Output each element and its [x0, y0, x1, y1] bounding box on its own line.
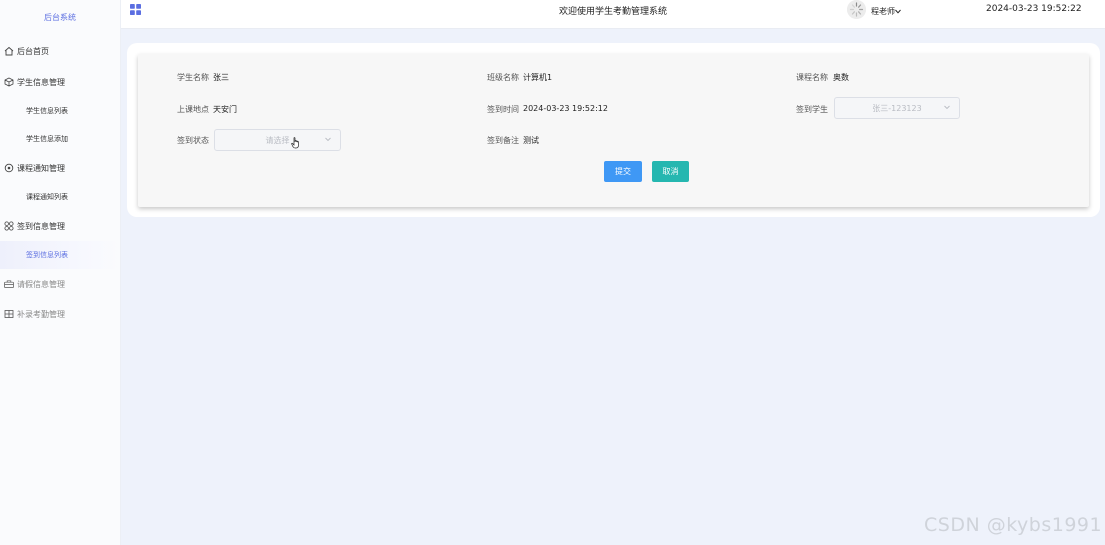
sidebar-item-signin-management[interactable]: 签到信息管理: [0, 211, 120, 241]
chevron-down-icon: [324, 135, 332, 143]
signin-student-select: 张三-123123: [834, 97, 960, 119]
sidebar-subitem-student-list[interactable]: 学生信息列表: [0, 97, 120, 125]
apps-icon: [4, 221, 14, 231]
remark-value: 测试: [523, 136, 539, 145]
chevron-down-icon: [943, 103, 951, 111]
location-value: 天安门: [213, 105, 237, 114]
user-name: 程老师: [871, 7, 895, 16]
class-name-value: 计算机1: [523, 73, 553, 82]
signin-status-placeholder: 请选择: [265, 135, 290, 145]
sidebar-subitem-signin-list[interactable]: 签到信息列表: [0, 241, 120, 269]
signin-student-value: 张三-123123: [872, 103, 922, 113]
avatar[interactable]: [847, 0, 866, 19]
watermark: CSDN @kybs1991: [924, 514, 1103, 536]
submit-button[interactable]: 提交: [604, 161, 642, 182]
sidebar-item-label: 请假信息管理: [17, 279, 65, 289]
sidebar-subitem-course-notice-list[interactable]: 课程通知列表: [0, 183, 120, 211]
chevron-down-icon: [895, 7, 901, 16]
user-menu[interactable]: 程老师: [871, 6, 901, 17]
top-header: 欢迎使用学生考勤管理系统 程老师 2024-03-23 19:52:22: [121, 0, 1105, 29]
sidebar-item-home[interactable]: 后台首页: [0, 35, 120, 67]
signin-time-value: 2024-03-23 19:52:12: [523, 104, 608, 113]
sidebar-item-course-notice-management[interactable]: 课程通知管理: [0, 153, 120, 183]
sidebar-item-label: 课程通知管理: [17, 163, 65, 173]
student-name-value: 张三: [213, 73, 229, 82]
signin-time-label: 签到时间: [487, 105, 519, 114]
signin-status-select[interactable]: 请选择: [214, 129, 341, 151]
page-title: 欢迎使用学生考勤管理系统: [558, 7, 667, 17]
sidebar-item-label: 补录考勤管理: [17, 309, 65, 319]
sidebar-subitem-student-add[interactable]: 学生信息添加: [0, 125, 120, 153]
sidebar-item-leave-management[interactable]: 请假信息管理: [0, 269, 120, 299]
sidebar-item-label: 学生信息管理: [17, 77, 65, 87]
course-name-value: 奥数: [833, 73, 849, 82]
sidebar: 后台系统 后台首页 学生信息管理 学生信息列表 学生信息添加 课程通知管理 课程…: [0, 0, 121, 545]
sidebar-menu: 后台首页 学生信息管理 学生信息列表 学生信息添加 课程通知管理 课程通知列表 …: [0, 35, 120, 329]
sidebar-item-attendance-supplement[interactable]: 补录考勤管理: [0, 299, 120, 329]
home-icon: [4, 46, 14, 56]
sidebar-item-label: 后台首页: [17, 46, 49, 56]
signin-form-card: 学生名称 张三 班级名称 计算机1 课程名称 奥数 上课地点 天安门 签到时间 …: [138, 54, 1089, 207]
brand-title: 后台系统: [44, 13, 76, 22]
sidebar-item-student-management[interactable]: 学生信息管理: [0, 67, 120, 97]
class-name-label: 班级名称: [487, 73, 519, 82]
bag-icon: [4, 279, 14, 289]
signin-student-label: 签到学生: [796, 105, 828, 114]
target-icon: [4, 163, 14, 173]
student-name-label: 学生名称: [177, 73, 209, 82]
panel-icon: [4, 309, 14, 319]
cancel-button[interactable]: 取消: [652, 161, 689, 182]
sidebar-item-label: 签到信息管理: [17, 221, 65, 231]
location-label: 上课地点: [177, 105, 209, 114]
hand-cursor-icon: [291, 137, 301, 149]
remark-label: 签到备注: [487, 136, 519, 145]
course-name-label: 课程名称: [796, 73, 828, 82]
current-datetime: 2024-03-23 19:52:22: [986, 4, 1082, 14]
signin-status-label: 签到状态: [177, 136, 209, 145]
cube-icon: [4, 77, 14, 87]
